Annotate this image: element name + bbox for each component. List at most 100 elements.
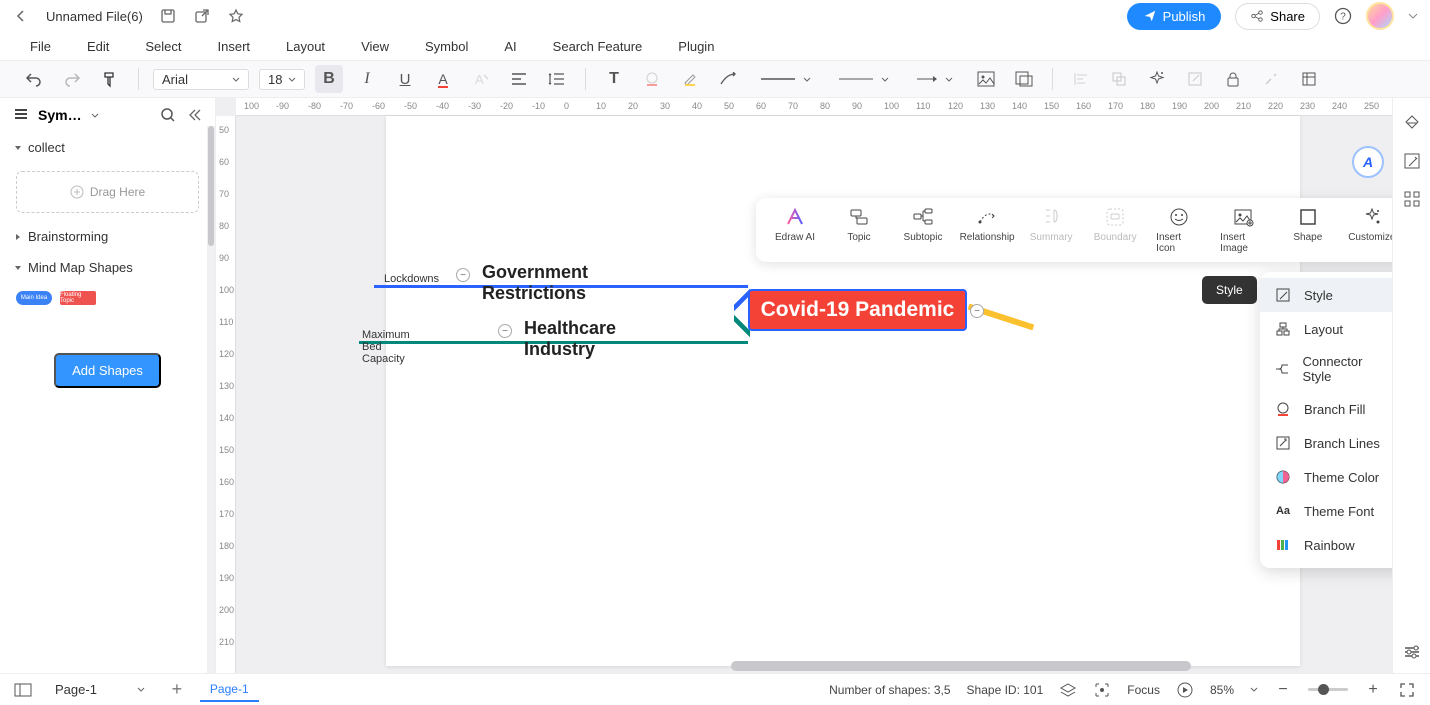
back-icon[interactable] — [12, 7, 30, 25]
topic-government[interactable]: Government Restrictions — [482, 262, 588, 304]
focus-target-icon[interactable] — [1093, 681, 1111, 699]
group-button[interactable] — [1105, 65, 1133, 93]
highlight-button[interactable] — [676, 65, 704, 93]
line-weight-dropdown[interactable] — [830, 73, 898, 85]
align-objects-button[interactable] — [1067, 65, 1095, 93]
image-button[interactable] — [972, 65, 1000, 93]
presentation-icon[interactable] — [1176, 681, 1194, 699]
ft-insert-icon[interactable]: Insert Icon — [1156, 206, 1202, 254]
subtopic-lockdowns[interactable]: Lockdowns — [384, 273, 439, 285]
container-button[interactable] — [1010, 65, 1038, 93]
avatar[interactable] — [1366, 2, 1394, 30]
italic-button[interactable]: I — [353, 65, 381, 93]
menu-layout[interactable]: Layout — [286, 39, 325, 54]
central-topic[interactable]: Covid-19 Pandemic — [748, 289, 967, 331]
ft-edraw-ai[interactable]: Edraw AI — [772, 206, 818, 254]
zoom-dropdown-icon[interactable] — [1250, 687, 1258, 692]
clear-format-button[interactable]: A — [467, 65, 495, 93]
horizontal-scrollbar[interactable] — [386, 659, 1390, 673]
open-external-icon[interactable] — [193, 7, 211, 25]
subtopic-bed-capacity[interactable]: Maximum Bed Capacity — [362, 329, 410, 365]
fill-panel-icon[interactable] — [1403, 114, 1421, 132]
tools-button[interactable] — [1257, 65, 1285, 93]
zoom-out-icon[interactable]: − — [1274, 681, 1292, 699]
share-label: Share — [1270, 9, 1305, 24]
menu-symbol[interactable]: Symbol — [425, 39, 468, 54]
ft-subtopic[interactable]: Subtopic — [900, 206, 946, 254]
star-icon[interactable] — [227, 7, 245, 25]
redo-button[interactable] — [58, 65, 86, 93]
sidebar-section-collect[interactable]: collect — [0, 132, 215, 163]
align-button[interactable] — [505, 65, 533, 93]
topic-healthcare[interactable]: Healthcare Industry — [524, 318, 616, 360]
help-icon[interactable]: ? — [1334, 7, 1352, 25]
sidebar-section-brainstorming[interactable]: Brainstorming — [0, 221, 215, 252]
add-shapes-button[interactable]: Add Shapes — [54, 353, 161, 388]
zoom-value[interactable]: 85% — [1210, 683, 1234, 697]
collapse-handle[interactable]: − — [498, 324, 512, 338]
settings-panel-icon[interactable] — [1403, 643, 1421, 661]
line-spacing-button[interactable] — [543, 65, 571, 93]
text-tool-button[interactable]: T — [600, 65, 628, 93]
sidebar-scrollbar[interactable] — [207, 126, 215, 673]
underline-button[interactable]: U — [391, 65, 419, 93]
shape-main-idea[interactable]: Main Idea — [16, 291, 52, 305]
add-page-icon[interactable]: + — [168, 681, 186, 699]
publish-button[interactable]: Publish — [1127, 3, 1222, 30]
drag-here-label: Drag Here — [90, 185, 145, 199]
sidebar-section-mindmap[interactable]: Mind Map Shapes — [0, 252, 215, 283]
shape-floating-topic[interactable]: Floating Topic — [60, 291, 96, 305]
zoom-in-icon[interactable]: + — [1364, 681, 1382, 699]
ft-topic[interactable]: Topic — [836, 206, 882, 254]
ai-enhance-button[interactable] — [1143, 65, 1171, 93]
menu-plugin[interactable]: Plugin — [678, 39, 714, 54]
chevron-down-icon[interactable] — [91, 113, 99, 118]
layers-icon[interactable] — [1059, 681, 1077, 699]
menu-select[interactable]: Select — [145, 39, 181, 54]
zoom-slider[interactable] — [1308, 688, 1348, 691]
format-painter-button[interactable] — [96, 65, 124, 93]
ft-shape[interactable]: Shape — [1285, 206, 1331, 254]
chevron-down-icon[interactable] — [1408, 7, 1418, 25]
undo-button[interactable] — [20, 65, 48, 93]
collapse-sidebar-icon[interactable] — [185, 106, 203, 124]
ft-relationship[interactable]: Relationship — [964, 206, 1010, 254]
focus-label[interactable]: Focus — [1127, 683, 1160, 697]
ft-customize[interactable]: Customize — [1349, 206, 1395, 254]
menu-file[interactable]: File — [30, 39, 51, 54]
menu-search-feature[interactable]: Search Feature — [553, 39, 643, 54]
page-list-icon[interactable] — [14, 681, 32, 699]
properties-panel-icon[interactable] — [1403, 152, 1421, 170]
ai-assistant-bubble[interactable]: A — [1352, 146, 1384, 178]
ft-insert-image[interactable]: Insert Image — [1220, 206, 1267, 254]
menu-insert[interactable]: Insert — [218, 39, 251, 54]
connector-button[interactable] — [714, 65, 742, 93]
apps-panel-icon[interactable] — [1403, 190, 1421, 208]
font-color-button[interactable]: A — [429, 65, 457, 93]
ruler-vertical: 5060708090100110120130140150160170180190… — [216, 116, 236, 673]
page-tab[interactable]: Page-1 — [200, 678, 259, 702]
page-dropdown[interactable]: Page-1 — [46, 679, 154, 700]
collect-label: collect — [28, 140, 65, 155]
collapse-handle[interactable]: − — [456, 268, 470, 282]
lock-button[interactable] — [1219, 65, 1247, 93]
menu-view[interactable]: View — [361, 39, 389, 54]
drag-target[interactable]: Drag Here — [16, 171, 199, 213]
edit-button[interactable] — [1181, 65, 1209, 93]
save-icon[interactable] — [159, 7, 177, 25]
fill-color-button[interactable] — [638, 65, 666, 93]
menu-edit[interactable]: Edit — [87, 39, 109, 54]
fullscreen-icon[interactable] — [1398, 681, 1416, 699]
collapse-handle[interactable]: − — [970, 304, 984, 318]
share-button[interactable]: Share — [1235, 3, 1320, 30]
table-button[interactable] — [1295, 65, 1323, 93]
library-icon[interactable] — [12, 106, 30, 124]
line-style-dropdown[interactable] — [752, 73, 820, 85]
search-icon[interactable] — [159, 106, 177, 124]
font-size-dropdown[interactable]: 18 — [259, 69, 305, 90]
bold-button[interactable]: B — [315, 65, 343, 93]
arrow-style-dropdown[interactable] — [908, 71, 962, 87]
menu-ai[interactable]: AI — [504, 39, 516, 54]
font-family-dropdown[interactable]: Arial — [153, 69, 249, 90]
style-tooltip: Style — [1202, 276, 1257, 304]
